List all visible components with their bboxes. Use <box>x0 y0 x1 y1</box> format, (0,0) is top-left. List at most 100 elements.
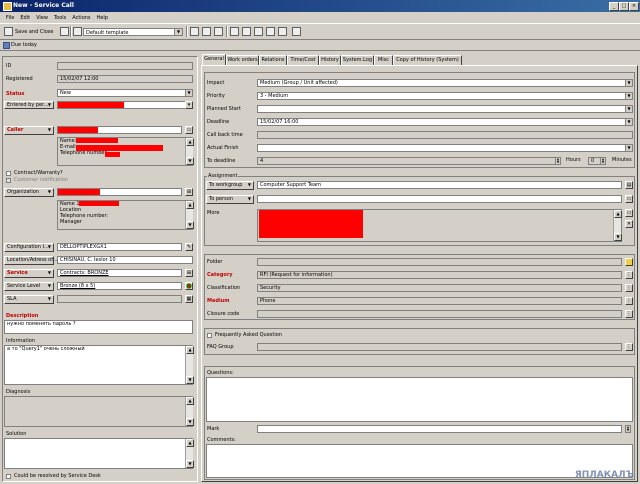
paste-button[interactable] <box>254 27 265 36</box>
medium-tree-icon[interactable]: ⋮ <box>625 297 633 305</box>
menu-help[interactable]: Help <box>97 15 108 21</box>
menu-view[interactable]: View <box>36 15 48 21</box>
caller-card-icon[interactable]: ▭ <box>185 126 193 134</box>
sla-button[interactable]: SLA ▼ <box>4 295 54 304</box>
closure-tree-icon[interactable]: ⋮ <box>625 310 633 318</box>
delete-button[interactable] <box>190 27 201 36</box>
entered-by-button[interactable]: Entered by per... ▼ <box>4 101 54 109</box>
chevron-down-icon: ▼ <box>47 102 51 107</box>
caller-button[interactable]: Caller ▼ <box>4 126 54 135</box>
solution-scrollbar[interactable]: ▲ ▼ <box>185 439 194 468</box>
save-close-button[interactable]: Save and Close <box>4 27 53 36</box>
actual-finish-field[interactable]: ▼ <box>257 144 633 152</box>
copy-button[interactable] <box>242 27 253 36</box>
service-field[interactable]: Contracts: BRONZE <box>57 269 182 277</box>
mark-spinner[interactable]: ▲ ▼ <box>625 425 631 433</box>
chevron-down-icon: ▼ <box>625 119 632 125</box>
arrow-down-icon <box>278 27 287 36</box>
priority-select[interactable]: 3 - Medium ▼ <box>257 92 633 100</box>
impact-select[interactable]: Medium (Group / Unit affected) ▼ <box>257 79 633 87</box>
template-select[interactable]: Default template ▼ <box>83 28 183 36</box>
tab-time-cost[interactable]: Time/Cost <box>287 55 319 65</box>
location-button[interactable]: Location/Adress of... <box>4 256 57 265</box>
cut-button[interactable] <box>230 27 241 36</box>
planned-start-field[interactable]: ▼ <box>257 105 633 113</box>
diagnosis-label: Diagnosis <box>6 389 31 395</box>
classification-tree-icon[interactable]: ⋮ <box>625 284 633 292</box>
diagnosis-scrollbar[interactable]: ▲ ▼ <box>185 397 194 426</box>
location-field[interactable]: CHISINAU, C. Ieslor 10 <box>57 256 193 264</box>
preview-button[interactable] <box>214 27 225 36</box>
folder-icon[interactable] <box>625 258 633 266</box>
faq-checkbox[interactable] <box>207 333 212 338</box>
classification-label: Classification <box>207 285 241 291</box>
solution-field[interactable] <box>4 438 193 469</box>
deadline-field[interactable]: 15/02/07 16:00 ▼ <box>257 118 633 126</box>
more-card-icon[interactable]: ▭ <box>625 209 633 217</box>
save-icon <box>4 27 13 36</box>
organization-button[interactable]: Organization ▼ <box>4 188 54 197</box>
caller-details-scrollbar[interactable]: ▲ ▼ <box>185 138 194 165</box>
menu-file[interactable]: File <box>6 15 14 21</box>
organization-tree-icon[interactable]: ⊞ <box>185 188 193 196</box>
hours-spinner[interactable]: ▲ ▼ <box>555 157 561 165</box>
due-today-bar: Due today <box>0 40 640 51</box>
tab-history[interactable]: History <box>319 55 341 65</box>
service-level-field[interactable]: Bronze (8 x 5) <box>57 282 182 290</box>
to-person-button[interactable]: To person ▼ <box>206 195 254 204</box>
menu-tools[interactable]: Tools <box>54 15 66 21</box>
chevron-down-icon: ▼ <box>247 196 251 201</box>
organization-details-scrollbar[interactable]: ▲ ▼ <box>185 201 194 229</box>
maximize-button[interactable]: □ <box>619 2 629 11</box>
menu-edit[interactable]: Edit <box>20 15 30 21</box>
service-button[interactable]: Service ▼ <box>4 269 54 278</box>
mark-field[interactable] <box>257 425 622 433</box>
print-button[interactable] <box>202 27 213 36</box>
calendar-icon[interactable]: ▦ <box>185 295 193 303</box>
entered-by-lookup[interactable]: ▾ <box>185 101 193 109</box>
questions-field[interactable] <box>206 377 633 422</box>
workgroup-lookup-icon[interactable]: ▤ <box>625 181 633 189</box>
service-level-button[interactable]: Service Level ▼ <box>4 282 54 291</box>
customer-notification-checkbox[interactable] <box>6 178 11 183</box>
person-field[interactable] <box>257 195 622 203</box>
chevron-down-icon: ▼ <box>625 80 632 86</box>
redacted-block <box>58 102 124 108</box>
menu-actions[interactable]: Actions <box>72 15 90 21</box>
registered-field: 15/02/07 12:00 <box>57 75 193 83</box>
tab-general[interactable]: General <box>202 54 226 65</box>
tab-copy-history[interactable]: Copy of History (System) <box>393 55 462 65</box>
tab-work-orders[interactable]: Work orders <box>226 55 259 65</box>
print-icon <box>202 27 211 36</box>
extra-button[interactable] <box>292 27 303 36</box>
tab-misc[interactable]: Misc <box>374 55 393 65</box>
configuration-open-icon[interactable]: ✎ <box>185 243 193 251</box>
status-select[interactable]: New ▼ <box>57 89 193 97</box>
up-button[interactable] <box>266 27 277 36</box>
person-card-icon[interactable]: ▭ <box>625 195 633 203</box>
more-remove-icon[interactable]: ✕ <box>625 220 633 228</box>
workgroup-field[interactable]: Computer Support Team <box>257 181 622 189</box>
preview-icon <box>214 27 223 36</box>
configuration-button[interactable]: Configuration I... ▼ <box>4 243 54 252</box>
configuration-field[interactable]: DELLOPTIPLEXGX1 <box>57 243 182 251</box>
contract-warranty-checkbox[interactable] <box>6 171 11 176</box>
assignment-label: Assignment <box>207 173 239 179</box>
category-tree-icon[interactable]: ⋮ <box>625 271 633 279</box>
resolved-checkbox[interactable] <box>6 474 11 479</box>
more-scrollbar[interactable]: ▲ ▼ <box>613 210 622 241</box>
to-workgroup-button[interactable]: To workgroup ▼ <box>206 181 254 190</box>
service-tree-icon[interactable]: ⊞ <box>185 269 193 277</box>
minimize-button[interactable]: _ <box>609 2 619 11</box>
tab-relations[interactable]: Relations <box>259 55 287 65</box>
close-button[interactable]: × <box>629 2 639 11</box>
tab-system-log[interactable]: System.Log <box>341 55 374 65</box>
description-field[interactable]: нужно поменять пароль ? <box>4 320 193 334</box>
information-field[interactable]: а то "Query1" очень сложный <box>4 345 193 385</box>
minutes-spinner[interactable]: ▲ ▼ <box>600 157 606 165</box>
information-scrollbar[interactable]: ▲ ▼ <box>185 346 194 384</box>
faq-group-tree-icon[interactable]: ⋮ <box>625 343 633 351</box>
comments-field[interactable] <box>206 444 633 478</box>
down-button[interactable] <box>278 27 289 36</box>
to-deadline-field: 4 <box>257 157 560 165</box>
